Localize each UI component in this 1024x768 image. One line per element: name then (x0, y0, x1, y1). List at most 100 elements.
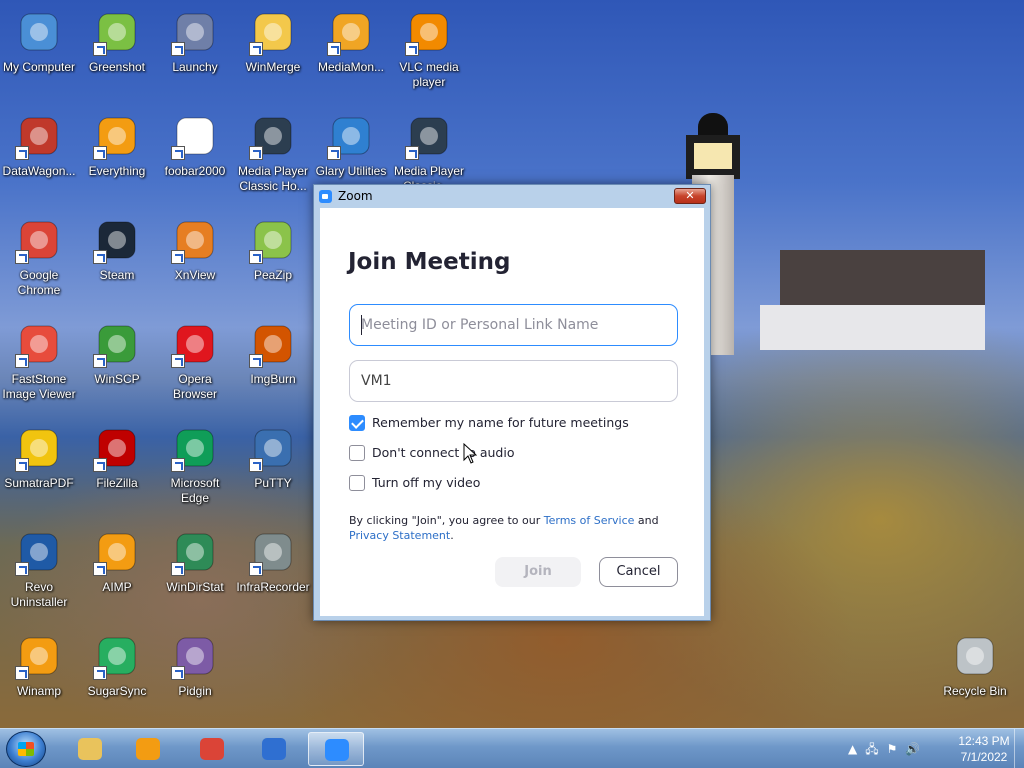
desktop-icon-infrarecorder[interactable]: InfraRecorder (234, 526, 312, 595)
taskbar-button-zoom[interactable] (308, 732, 364, 766)
meeting-id-input[interactable] (349, 304, 678, 346)
desktop-icon-winamp[interactable]: Winamp (0, 630, 78, 699)
desktop-icon-opera[interactable]: Opera Browser (156, 318, 234, 402)
show-hidden-icons-icon[interactable]: ▲ (848, 742, 865, 756)
remember-name-checkbox[interactable] (349, 415, 365, 431)
no-video-label: Turn off my video (372, 475, 481, 490)
desktop-icon-glary[interactable]: Glary Utilities (312, 110, 390, 179)
shortcut-arrow-icon (15, 146, 29, 160)
edge-icon (171, 424, 219, 472)
desktop-icon-xnview[interactable]: XnView (156, 214, 234, 283)
shortcut-arrow-icon (249, 42, 263, 56)
desktop-icon-label: VLC media player (399, 60, 459, 89)
desktop-icon-windirstat[interactable]: WinDirStat (156, 526, 234, 595)
desktop-icon-greenshot[interactable]: Greenshot (78, 6, 156, 75)
close-button[interactable]: ✕ (674, 188, 706, 204)
shortcut-arrow-icon (249, 458, 263, 472)
desktop-icon-revo[interactable]: Revo Uninstaller (0, 526, 78, 610)
taskbar-button-chrome[interactable] (184, 732, 240, 766)
shortcut-arrow-icon (93, 562, 107, 576)
desktop-icon-computer[interactable]: My Computer (0, 6, 78, 75)
desktop-icon-recycle-bin[interactable]: Recycle Bin (936, 630, 1014, 699)
steam-icon (93, 216, 141, 264)
desktop-icon-vlc[interactable]: VLC media player (390, 6, 468, 90)
action-center-icon[interactable]: ⚑ (887, 742, 906, 756)
desktop-icon-sumatra[interactable]: SumatraPDF (0, 422, 78, 491)
taskbar-button-app[interactable] (246, 732, 302, 766)
desktop-icon-winmerge[interactable]: WinMerge (234, 6, 312, 75)
computer-icon (15, 8, 63, 56)
winmerge-icon (249, 8, 297, 56)
desktop-icon-sugarsync[interactable]: SugarSync (78, 630, 156, 699)
desktop-icon-label: foobar2000 (164, 164, 226, 178)
datawagon-icon (15, 112, 63, 160)
desktop-icon-foobar[interactable]: foobar2000 (156, 110, 234, 179)
mpc-icon (405, 112, 453, 160)
network-icon[interactable]: 🖧 (865, 742, 886, 756)
faststone-icon (15, 320, 63, 368)
shortcut-arrow-icon (171, 42, 185, 56)
shortcut-arrow-icon (171, 666, 185, 680)
desktop-icon-label: Winamp (16, 684, 61, 698)
winscp-icon (93, 320, 141, 368)
desktop-icon-pidgin[interactable]: Pidgin (156, 630, 234, 699)
desktop-icon-label: PeaZip (253, 268, 293, 282)
clock-date[interactable]: 7/1/2022 (954, 750, 1014, 764)
show-desktop-button[interactable] (1014, 729, 1024, 768)
dialog-body: Join Meeting Remember my name for future… (320, 208, 704, 616)
sugarsync-icon (93, 632, 141, 680)
desktop-icon-label: Media Player Classic Ho... (237, 164, 309, 193)
desktop-icon-datawagon[interactable]: DataWagon... (0, 110, 78, 179)
desktop-icon-label: Glary Utilities (315, 164, 387, 178)
desktop-icon-filezilla[interactable]: FileZilla (78, 422, 156, 491)
taskbar-button-file-explorer[interactable] (62, 732, 118, 766)
revo-icon (15, 528, 63, 576)
desktop-icon-label: WinSCP (94, 372, 140, 386)
desktop-icon-everything[interactable]: Everything (78, 110, 156, 179)
display-name-input[interactable] (349, 360, 678, 402)
desktop-icon-chrome[interactable]: Google Chrome (0, 214, 78, 298)
chrome-icon (15, 216, 63, 264)
desktop-icon-mpc-hc[interactable]: Media Player Classic Ho... (234, 110, 312, 194)
desktop-icon-label: SugarSync (87, 684, 147, 698)
desktop-icon-label: FileZilla (96, 476, 138, 490)
taskbar-button-media-player[interactable] (120, 732, 176, 766)
desktop-icon-peazip[interactable]: PeaZip (234, 214, 312, 283)
zoom-join-dialog: Zoom ✕ Join Meeting Remember my name for… (313, 184, 711, 621)
cancel-button[interactable]: Cancel (599, 557, 678, 587)
desktop-icon-label: Launchy (172, 60, 218, 74)
join-button[interactable]: Join (495, 557, 581, 587)
volume-icon[interactable]: 🔊 (905, 742, 928, 756)
text-caret (361, 315, 362, 335)
desktop-icon-winscp[interactable]: WinSCP (78, 318, 156, 387)
desktop-icon-mpc[interactable]: Media Player Classic ... (390, 110, 468, 194)
clock-time[interactable]: 12:43 PM (954, 734, 1014, 748)
desktop-icon-label: WinMerge (245, 60, 301, 74)
desktop-icon-launchy[interactable]: Launchy (156, 6, 234, 75)
opera-icon (171, 320, 219, 368)
privacy-statement-link[interactable]: Privacy Statement (349, 529, 450, 542)
shortcut-arrow-icon (249, 250, 263, 264)
desktop-icon-putty[interactable]: PuTTY (234, 422, 312, 491)
house-wallpaper-element (760, 250, 985, 350)
sumatra-icon (15, 424, 63, 472)
no-video-checkbox[interactable] (349, 475, 365, 491)
desktop-icon-edge[interactable]: Microsoft Edge (156, 422, 234, 506)
desktop-icon-aimp[interactable]: AIMP (78, 526, 156, 595)
greenshot-icon (93, 8, 141, 56)
desktop-icon-imgburn[interactable]: ImgBurn (234, 318, 312, 387)
shortcut-arrow-icon (93, 146, 107, 160)
shortcut-arrow-icon (171, 146, 185, 160)
desktop-icon-mediamonkey[interactable]: MediaMon... (312, 6, 390, 75)
desktop-icon-steam[interactable]: Steam (78, 214, 156, 283)
desktop-icon-faststone[interactable]: FastStone Image Viewer (0, 318, 78, 402)
title-bar[interactable]: Zoom ✕ (314, 185, 710, 207)
terms-of-service-link[interactable]: Terms of Service (544, 514, 635, 527)
no-audio-checkbox[interactable] (349, 445, 365, 461)
desktop-icon-label: Greenshot (88, 60, 146, 74)
start-button[interactable] (6, 731, 46, 767)
desktop-icon-label: InfraRecorder (236, 580, 310, 594)
shortcut-arrow-icon (15, 562, 29, 576)
terms-middle: and (634, 514, 659, 527)
shortcut-arrow-icon (171, 458, 185, 472)
